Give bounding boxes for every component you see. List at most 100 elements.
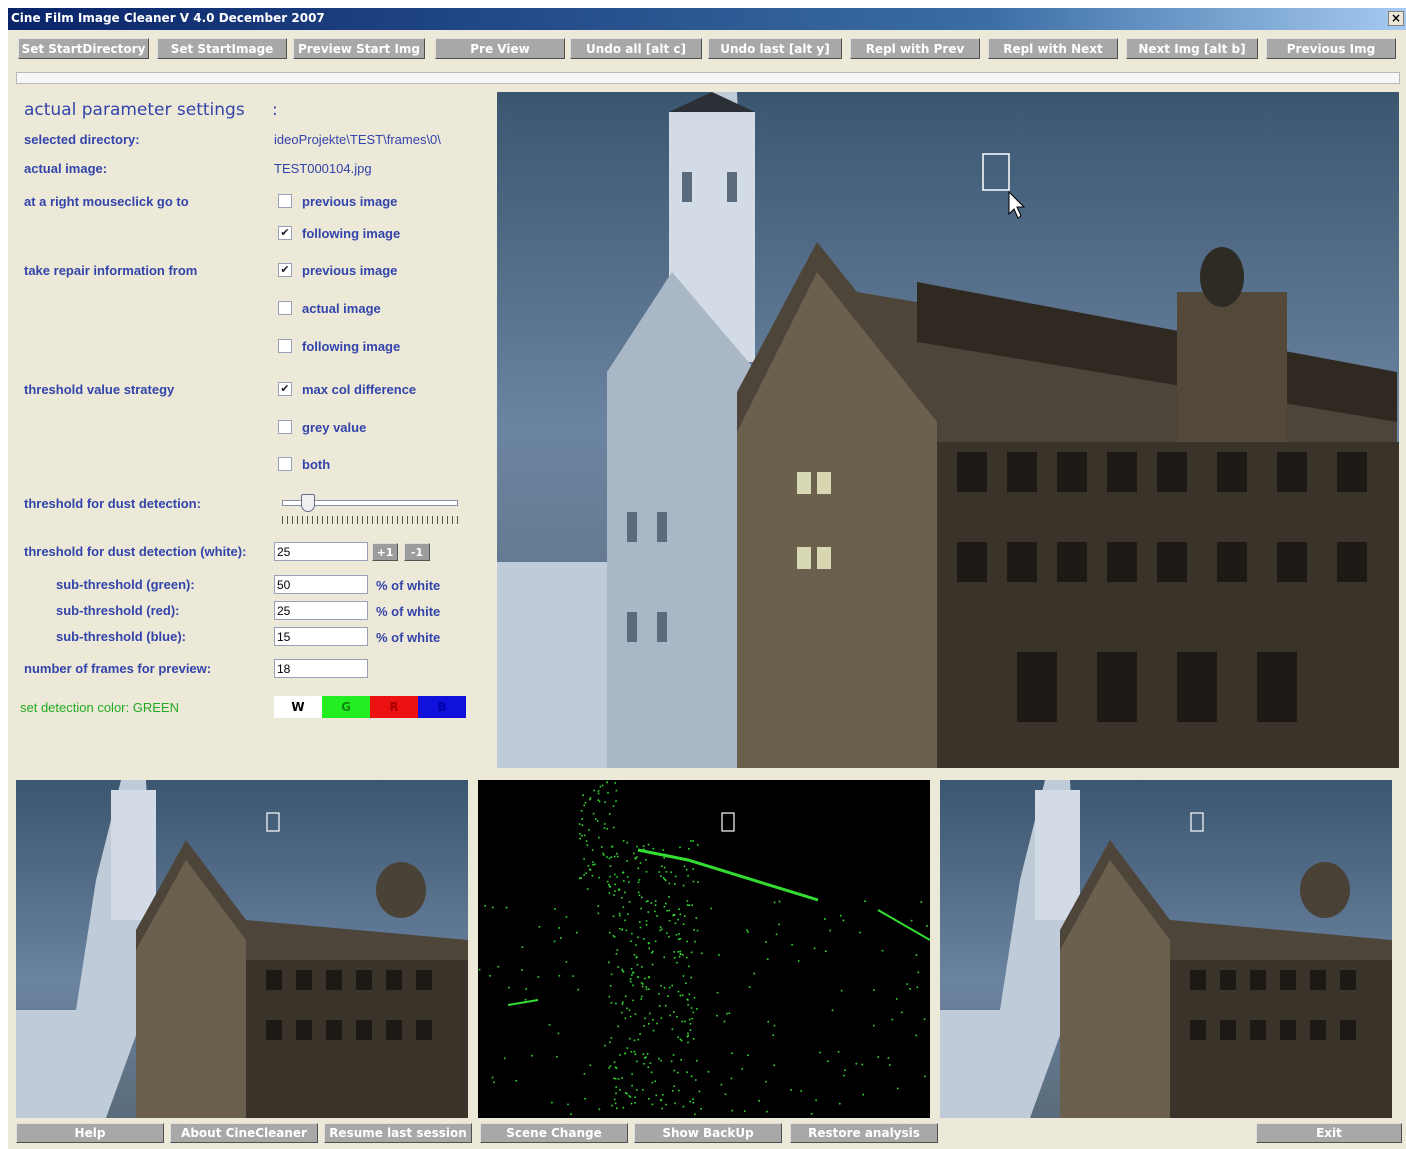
- color-red-button[interactable]: R: [370, 696, 418, 718]
- scene-change-button[interactable]: Scene Change: [480, 1123, 628, 1143]
- dust-speck: [679, 953, 682, 955]
- increment-button[interactable]: +1: [372, 543, 398, 561]
- previous-frame-view[interactable]: [16, 780, 468, 1118]
- dust-speck: [810, 1113, 813, 1115]
- repair-following-checkbox[interactable]: [278, 339, 292, 353]
- exit-button[interactable]: Exit: [1256, 1123, 1402, 1143]
- dust-speck: [665, 1103, 667, 1106]
- dust-speck: [628, 1037, 631, 1040]
- repair-actual-checkbox[interactable]: [278, 301, 292, 315]
- decrement-button[interactable]: -1: [404, 543, 430, 561]
- sub-blue-input[interactable]: [274, 627, 368, 646]
- dust-speck: [676, 1016, 678, 1018]
- next-img-button[interactable]: Next Img [alt b]: [1126, 38, 1258, 59]
- dust-speck: [622, 970, 624, 972]
- dust-speck: [604, 823, 606, 825]
- dust-threshold-slider-thumb[interactable]: [301, 494, 316, 512]
- dust-speck: [658, 1057, 660, 1060]
- dust-speck: [645, 924, 648, 926]
- main-image-view[interactable]: [497, 92, 1399, 768]
- dust-speck: [634, 857, 636, 859]
- dust-speck: [636, 956, 638, 958]
- set-start-image-button[interactable]: Set StartImage: [157, 38, 287, 59]
- dust-speck: [685, 868, 688, 871]
- next-frame-view[interactable]: [940, 780, 1392, 1118]
- strategy-max-col-checkbox[interactable]: ✔: [278, 382, 292, 396]
- frames-preview-input[interactable]: [274, 659, 368, 678]
- strategy-both-checkbox[interactable]: [278, 457, 292, 471]
- dust-speck: [648, 976, 650, 978]
- dust-speck: [665, 871, 668, 873]
- dust-speck: [624, 1092, 627, 1094]
- previous-img-button[interactable]: Previous Img: [1266, 38, 1396, 59]
- dust-speck: [538, 926, 541, 928]
- dust-speck: [622, 1001, 624, 1004]
- dust-speck: [639, 926, 642, 929]
- repl-with-next-button[interactable]: Repl with Next: [988, 38, 1118, 59]
- dust-speck: [624, 1017, 627, 1020]
- dust-speck: [608, 813, 611, 815]
- dust-speck: [615, 1092, 617, 1095]
- dust-speck: [607, 791, 609, 794]
- dust-speck: [597, 905, 600, 907]
- dust-speck: [584, 1097, 586, 1100]
- dust-speck: [583, 804, 585, 807]
- dust-speck: [658, 871, 661, 873]
- dust-speck: [583, 834, 586, 837]
- dust-speck: [491, 1076, 494, 1079]
- help-button[interactable]: Help: [16, 1123, 164, 1143]
- strategy-grey-checkbox[interactable]: [278, 420, 292, 434]
- dust-speck: [637, 867, 640, 870]
- dust-speck: [829, 929, 831, 932]
- dust-speck: [580, 810, 583, 812]
- dust-speck: [484, 905, 486, 907]
- dust-speck: [688, 965, 690, 968]
- about-button[interactable]: About CineCleaner: [170, 1123, 318, 1143]
- sub-green-input[interactable]: [274, 575, 368, 594]
- toolbar-status-strip: [16, 72, 1400, 84]
- repair-previous-checkbox[interactable]: ✔: [278, 263, 292, 277]
- dust-speck: [861, 1063, 864, 1066]
- dust-speck: [824, 950, 827, 952]
- dust-speck: [813, 947, 816, 950]
- resume-session-button[interactable]: Resume last session: [324, 1123, 472, 1143]
- dust-speck: [628, 881, 630, 883]
- right-click-following-checkbox[interactable]: ✔: [278, 226, 292, 240]
- dust-speck: [824, 918, 826, 920]
- dust-speck: [645, 988, 648, 991]
- preview-start-img-button[interactable]: Preview Start Img: [293, 38, 425, 59]
- undo-all-button[interactable]: Undo all [alt c]: [570, 38, 702, 59]
- dust-speck: [679, 994, 682, 997]
- set-start-directory-button[interactable]: Set StartDirectory: [18, 38, 149, 59]
- undo-last-button[interactable]: Undo last [alt y]: [708, 38, 842, 59]
- show-backup-button[interactable]: Show BackUp: [634, 1123, 782, 1143]
- color-green-button[interactable]: G: [322, 696, 370, 718]
- dust-speck: [624, 919, 626, 922]
- dust-map-view[interactable]: [478, 780, 930, 1118]
- sub-red-input[interactable]: [274, 601, 368, 620]
- dust-speck: [901, 1011, 903, 1014]
- color-blue-button[interactable]: B: [418, 696, 466, 718]
- dust-speck: [636, 1060, 638, 1063]
- dust-speck: [688, 848, 690, 850]
- dust-speck: [614, 890, 616, 892]
- dust-speck: [521, 969, 523, 971]
- white-threshold-input[interactable]: [274, 542, 368, 561]
- dust-speck: [612, 915, 615, 918]
- dust-speck: [765, 941, 767, 943]
- repl-with-prev-button[interactable]: Repl with Prev: [850, 38, 980, 59]
- dust-speck: [619, 1089, 621, 1091]
- restore-analysis-button[interactable]: Restore analysis: [790, 1123, 938, 1143]
- right-click-previous-checkbox[interactable]: [278, 194, 292, 208]
- close-icon[interactable]: ×: [1388, 11, 1404, 26]
- dust-speck: [606, 828, 609, 830]
- dust-speck: [662, 877, 665, 879]
- color-white-button[interactable]: W: [274, 696, 322, 718]
- dust-speck: [610, 1037, 613, 1039]
- pre-view-button[interactable]: Pre View: [435, 38, 565, 59]
- dust-speck: [687, 1041, 689, 1044]
- dust-speck: [689, 1029, 692, 1031]
- dust-speck: [673, 1011, 675, 1013]
- dust-speck: [689, 1100, 691, 1103]
- dust-speck: [581, 824, 584, 826]
